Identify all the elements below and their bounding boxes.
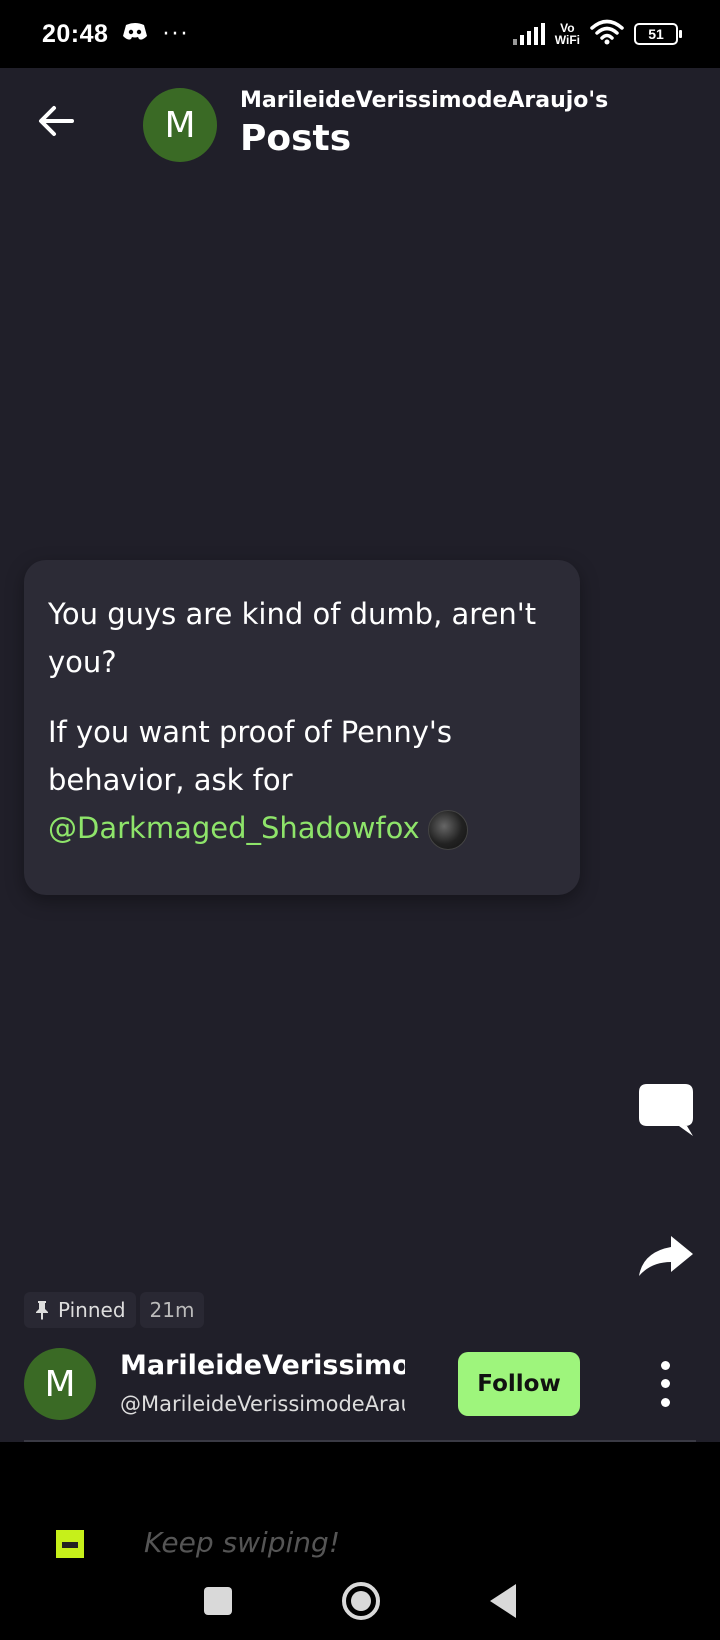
dot-icon bbox=[660, 1379, 670, 1389]
mention-link[interactable]: @Darkmaged_Shadowfox bbox=[48, 811, 420, 845]
more-notifications-icon: ··· bbox=[162, 21, 190, 47]
home-icon bbox=[351, 1591, 371, 1611]
post-paragraph-1: You guys are kind of dumb, aren't you? bbox=[48, 597, 537, 679]
more-options-button[interactable] bbox=[650, 1356, 680, 1412]
header: M MarileideVerissimodeAraujo's Posts bbox=[0, 68, 720, 180]
author-row: M MarileideVerissimodeAraujo @MarileideV… bbox=[0, 1348, 720, 1444]
post-paragraph-2: If you want proof of Penny's behavior, a… bbox=[48, 708, 556, 852]
page-title: Posts bbox=[240, 118, 352, 159]
vowifi-bottom: WiFi bbox=[554, 33, 580, 47]
swipe-hint-icon bbox=[56, 1530, 84, 1558]
home-button[interactable] bbox=[342, 1582, 380, 1620]
author-handle[interactable]: @MarileideVerissimodeAraujo bbox=[120, 1392, 405, 1416]
bottom-area: Keep swiping! bbox=[0, 1442, 720, 1640]
status-bar: 20:48 ··· Vo WiFi 51 bbox=[0, 0, 720, 68]
recents-button[interactable] bbox=[204, 1587, 232, 1615]
author-name[interactable]: MarileideVerissimodeAraujo bbox=[120, 1350, 405, 1381]
dot-icon bbox=[660, 1398, 670, 1408]
post-card[interactable]: You guys are kind of dumb, aren't you? I… bbox=[24, 560, 580, 895]
time-ago: 21m bbox=[139, 1292, 205, 1328]
author-avatar[interactable]: M bbox=[24, 1348, 96, 1420]
dot-icon bbox=[660, 1360, 670, 1370]
swipe-hint: Keep swiping! bbox=[144, 1526, 341, 1559]
header-subtitle: MarileideVerissimodeAraujo's bbox=[240, 88, 609, 113]
pinned-row: Pinned 21m bbox=[24, 1292, 205, 1328]
back-nav-button[interactable] bbox=[490, 1584, 516, 1618]
status-time: 20:48 bbox=[42, 19, 109, 48]
header-avatar[interactable]: M bbox=[143, 88, 217, 162]
screen: 20:48 ··· Vo WiFi 51 M MarileideVerissim… bbox=[0, 0, 720, 1640]
comment-button[interactable] bbox=[636, 1080, 696, 1140]
battery-icon: 51 bbox=[634, 23, 682, 45]
share-button[interactable] bbox=[636, 1226, 696, 1286]
status-right: Vo WiFi 51 bbox=[512, 19, 682, 49]
pin-icon bbox=[36, 1301, 48, 1320]
follow-button[interactable]: Follow bbox=[458, 1352, 580, 1416]
comment-icon bbox=[639, 1084, 693, 1136]
share-icon bbox=[639, 1236, 693, 1276]
post-paragraph-2-text: If you want proof of Penny's behavior, a… bbox=[48, 715, 453, 797]
mention-avatar[interactable] bbox=[427, 810, 468, 850]
discord-icon bbox=[122, 22, 148, 47]
signal-icon bbox=[512, 23, 545, 45]
pinned-label: Pinned bbox=[58, 1298, 126, 1322]
system-nav-bar bbox=[0, 1562, 720, 1640]
vowifi-icon: Vo WiFi bbox=[555, 22, 580, 46]
pinned-badge: Pinned bbox=[24, 1292, 136, 1328]
back-button[interactable] bbox=[32, 96, 82, 146]
wifi-icon bbox=[590, 19, 624, 49]
arrow-left-icon bbox=[39, 106, 74, 136]
status-left: 20:48 ··· bbox=[42, 20, 189, 49]
